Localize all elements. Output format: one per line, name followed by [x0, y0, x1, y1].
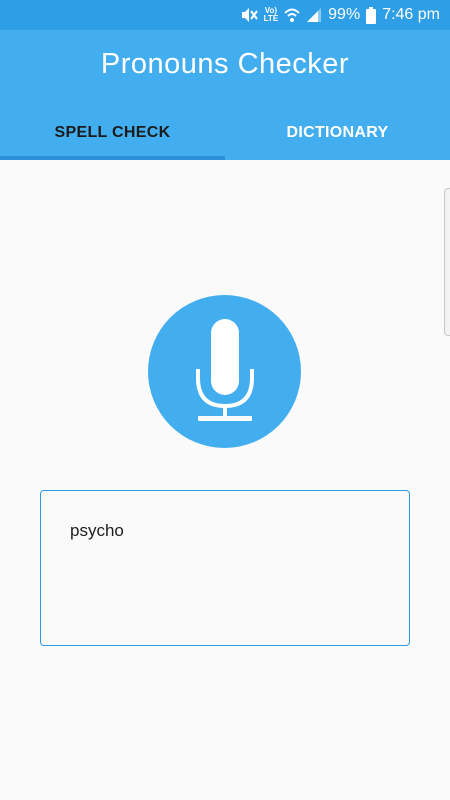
clock: 7:46 pm [382, 6, 440, 23]
battery-icon [366, 6, 377, 24]
spell-input-field[interactable]: psycho [40, 490, 410, 646]
app-title: Pronouns Checker [100, 48, 350, 80]
edge-panel-handle[interactable] [444, 188, 450, 336]
tab-indicator [0, 156, 225, 160]
app-bar: Pronouns Checker SPELL CHECK DICTIONARY [0, 30, 450, 160]
input-text: psycho [70, 521, 124, 540]
battery-percent: 99% [328, 6, 361, 23]
wifi-icon [284, 7, 300, 23]
status-bar: Vo) LTE 99% 7:46 pm [0, 0, 450, 30]
tab-spell-check[interactable]: SPELL CHECK [0, 106, 225, 160]
volte-icon: Vo) LTE [263, 6, 279, 23]
microphone-icon [180, 314, 270, 429]
tab-dictionary[interactable]: DICTIONARY [225, 106, 450, 160]
tab-bar: SPELL CHECK DICTIONARY [0, 106, 450, 160]
mute-icon [240, 7, 258, 23]
microphone-button[interactable] [148, 295, 301, 448]
signal-icon [306, 7, 322, 23]
